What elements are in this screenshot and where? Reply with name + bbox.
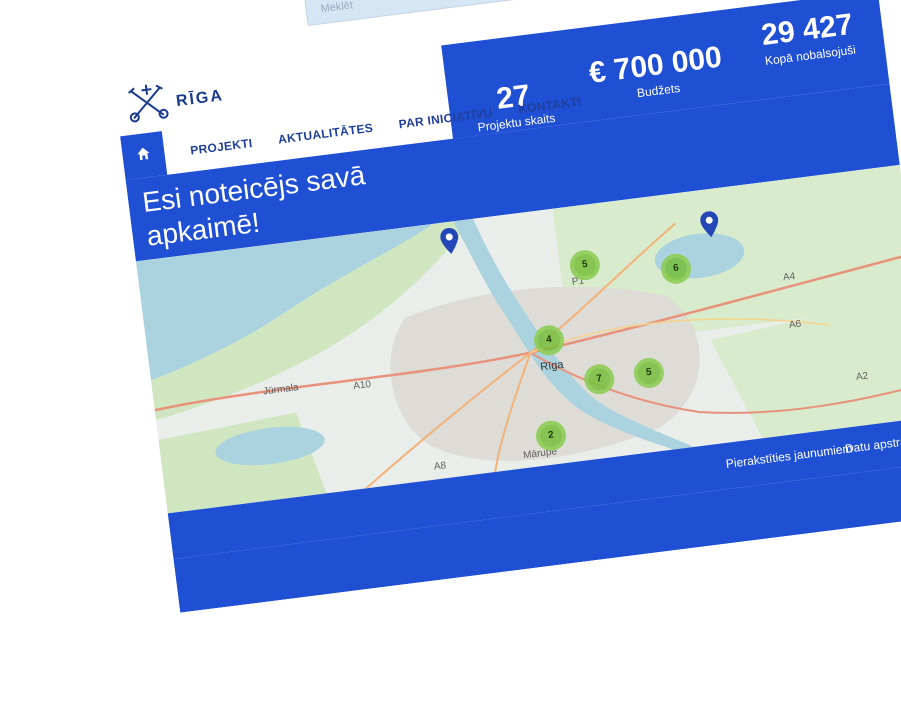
stat-voters: 29 427 Kopā nobalsojuši [741, 5, 876, 71]
nav-home[interactable] [120, 131, 168, 181]
home-icon [136, 145, 152, 166]
map-label: A4 [782, 270, 796, 284]
search-input[interactable] [317, 0, 582, 20]
footer-data-processing-link[interactable]: Datu apstrāde [844, 433, 901, 456]
footer-subscribe-link[interactable]: Pierakstīties jaunumiem [725, 441, 853, 471]
map-label: A2 [855, 370, 869, 384]
map-label: A6 [788, 318, 802, 332]
map-marker-icon[interactable] [439, 227, 460, 255]
search-box [303, 0, 631, 27]
map-label: A8 [433, 460, 447, 473]
map-marker-icon[interactable] [699, 210, 720, 238]
stat-budget: € 700 000 Budžets [574, 39, 739, 109]
page-canvas: + A - ◑ RĪGA [95, 0, 901, 613]
logo-text: RĪGA [175, 86, 225, 110]
site-logo[interactable]: RĪGA [124, 73, 227, 130]
riga-keys-icon [124, 80, 173, 130]
map-label: A10 [352, 378, 372, 393]
